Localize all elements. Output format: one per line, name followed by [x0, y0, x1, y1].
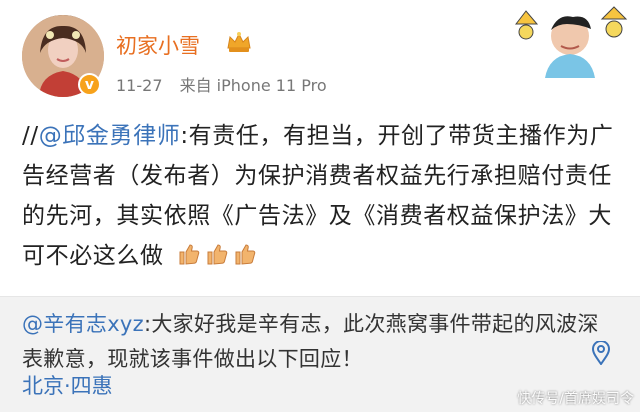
thumbs-up-icon — [207, 244, 227, 265]
thumbs-up-icon — [235, 244, 255, 265]
location-text[interactable]: 北京·四惠 — [22, 370, 113, 400]
repost-prefix: // — [22, 123, 39, 149]
mention-link[interactable]: @邱金勇律师 — [39, 123, 181, 149]
crown-icon — [227, 32, 251, 52]
post-date: 11-27 — [116, 76, 163, 95]
weibo-post: v 初家小雪 11-27 来自 iPhone 11 Pro //@邱金勇律师:有… — [0, 0, 640, 295]
username[interactable]: 初家小雪 — [116, 30, 200, 60]
post-source: 来自 iPhone 11 Pro — [179, 76, 327, 95]
profile-card-illustration — [514, 6, 628, 78]
repost-text: @辛有志xyz:大家好我是辛有志，此次燕窝事件带起的风波深表歉意，现就该事件做出… — [22, 307, 607, 377]
location-pin-icon — [591, 341, 611, 365]
thumbs-up-emojis — [176, 242, 256, 266]
post-meta: 11-27 来自 iPhone 11 Pro — [116, 72, 339, 96]
post-content: //@邱金勇律师:有责任，有担当，开创了带货主播作为广告经营者（发布者）为保护消… — [22, 116, 622, 276]
thumbs-up-icon — [179, 244, 199, 265]
repost-mention[interactable]: @辛有志xyz — [22, 312, 144, 336]
watermark: 快传号/首席娱司令 — [517, 391, 634, 407]
verified-badge-icon: v — [78, 73, 101, 96]
